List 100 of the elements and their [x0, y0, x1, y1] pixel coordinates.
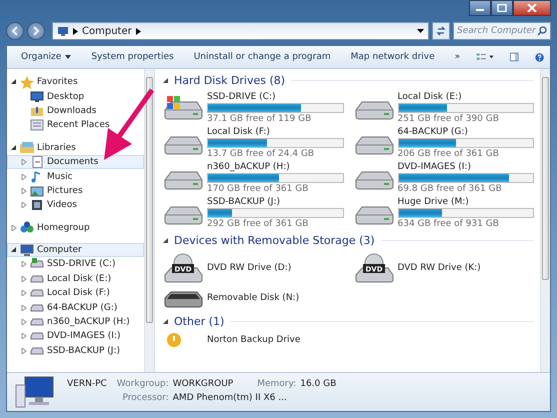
nav-item[interactable]: Videos: [7, 198, 144, 213]
expander-icon[interactable]: [11, 247, 17, 254]
warning-icon: [167, 333, 181, 347]
scrollbar[interactable]: [540, 69, 550, 372]
nav-item[interactable]: Favorites: [7, 75, 144, 90]
drive-name[interactable]: DVD RW Drive (D:): [207, 262, 344, 272]
drive-name[interactable]: DVD-IMAGES (I:): [398, 162, 534, 172]
group-heading[interactable]: Devices with Removable Storage (3): [174, 234, 375, 247]
close-button[interactable]: [513, 0, 551, 16]
free-space-text: 170 GB free of 361 GB: [207, 184, 310, 194]
maximize-icon: [497, 4, 507, 12]
folder-icon: [20, 141, 34, 154]
detail-value: 16.0 GB: [300, 379, 336, 389]
drive-name[interactable]: 64-BACKUP (G:): [398, 126, 534, 136]
toolbar-button[interactable]: Uninstall or change a program: [186, 50, 339, 64]
chevron-icon[interactable]: [73, 28, 78, 34]
folder-icon: [30, 104, 44, 117]
drive-icon: [30, 302, 44, 314]
drive-icon: [30, 316, 44, 328]
free-space-text: 292 GB free of 361 GB: [207, 218, 310, 228]
close-icon: [527, 4, 537, 12]
group-heading[interactable]: Hard Disk Drives (8): [174, 74, 286, 87]
group-heading[interactable]: Other (1): [174, 315, 224, 328]
nav-item[interactable]: Local Disk (E:): [7, 272, 144, 286]
chevron-icon[interactable]: [136, 28, 141, 34]
more-commands-button[interactable]: »: [446, 50, 468, 64]
breadcrumb[interactable]: Computer: [82, 26, 132, 36]
nav-item[interactable]: Desktop: [7, 89, 144, 104]
toolbar-button[interactable]: Map network drive: [342, 50, 443, 64]
nav-item[interactable]: 64-BACKUP (G:): [7, 300, 144, 315]
scrollbar[interactable]: [144, 69, 154, 372]
free-space-text: 69.8 GB free of 361 GB: [398, 184, 503, 194]
star-icon: [20, 76, 34, 89]
drive-name[interactable]: SSD-DRIVE (C:): [207, 92, 344, 102]
forward-button[interactable]: [27, 22, 45, 40]
network-icon: [20, 221, 34, 234]
search-icon: [537, 26, 547, 36]
refresh-button[interactable]: [432, 22, 450, 40]
collapse-icon[interactable]: [163, 238, 168, 243]
drive-name[interactable]: Local Disk (E:): [398, 92, 534, 102]
drive-icon: [30, 287, 44, 300]
view-options-icon[interactable]: [476, 51, 494, 63]
drive-icon: [30, 258, 44, 270]
drive-icon: [30, 344, 44, 357]
expander-icon[interactable]: [11, 144, 17, 151]
detail-label: Processor:: [122, 393, 169, 403]
drive-name[interactable]: Norton Backup Drive: [207, 335, 344, 345]
address-bar[interactable]: Computer: [52, 22, 429, 40]
computer-icon: [57, 26, 69, 36]
toolbar-button[interactable]: System properties: [83, 50, 182, 64]
free-space-text: 206 GB free of 361 GB: [398, 148, 500, 158]
nav-item[interactable]: Libraries: [7, 140, 144, 155]
drive-name[interactable]: Huge Drive (M:): [398, 196, 534, 206]
help-icon[interactable]: [534, 50, 544, 64]
collapse-icon[interactable]: [163, 319, 168, 324]
free-space-text: 634 GB free of 931 GB: [398, 218, 500, 228]
nav-item[interactable]: Music: [7, 169, 144, 184]
refresh-icon: [436, 26, 446, 36]
dropdown-icon: [65, 55, 72, 59]
back-button[interactable]: [6, 22, 24, 40]
search-field[interactable]: Search Computer: [453, 22, 551, 40]
free-space-text: 37.1 GB free of 119 GB: [207, 114, 312, 124]
preview-pane-icon[interactable]: [510, 51, 519, 63]
nav-item[interactable]: Homegroup: [7, 220, 144, 235]
detail-value: AMD Phenom(tm) II X6 ...: [172, 393, 288, 403]
free-space-text: 251 GB free of 390 GB: [398, 114, 500, 124]
nav-item[interactable]: Computer: [7, 242, 144, 258]
detail-label: Memory:: [257, 379, 296, 389]
nav-item[interactable]: Local Disk (F:): [7, 286, 144, 300]
computer-icon: [20, 244, 34, 257]
collapse-icon[interactable]: [163, 78, 168, 83]
free-space-text: 13.7 GB free of 24.4 GB: [207, 148, 316, 158]
drive-name[interactable]: DVD RW Drive (K:): [398, 262, 534, 272]
nav-item[interactable]: SSD-DRIVE (C:): [7, 257, 144, 272]
detail-value: WORKGROUP: [172, 379, 234, 389]
maximize-button[interactable]: [491, 0, 513, 16]
nav-item[interactable]: SSD-BACKUP (J:): [7, 344, 144, 358]
detail-label: Workgroup:: [116, 379, 169, 389]
film-icon: [30, 199, 44, 212]
list-icon: [30, 119, 44, 132]
drive-name[interactable]: n360_bACKUP (H:): [207, 162, 344, 172]
drive-name[interactable]: Removable Disk (N:): [207, 293, 344, 303]
nav-item[interactable]: DVD-IMAGES (I:): [7, 329, 144, 344]
dropdown-icon[interactable]: [417, 29, 424, 33]
nav-item[interactable]: Downloads: [7, 104, 144, 118]
minimize-button[interactable]: [469, 0, 491, 16]
hard-drive-icon: [163, 96, 203, 120]
toolbar-button[interactable]: Organize: [13, 50, 80, 64]
nav-item[interactable]: Documents: [7, 154, 144, 170]
drive-name[interactable]: SSD-BACKUP (J:): [207, 196, 344, 206]
picture-icon: [30, 184, 44, 197]
drive-icon: [30, 330, 44, 342]
drive-name[interactable]: Local Disk (F:): [207, 126, 344, 136]
nav-item[interactable]: Recent Places: [7, 118, 144, 133]
drive-icon: [30, 272, 44, 285]
document-icon: [30, 156, 44, 168]
expander-icon[interactable]: [11, 79, 17, 86]
computer-name: VERN-PC: [67, 379, 107, 389]
nav-item[interactable]: n360_bACKUP (H:): [7, 314, 144, 330]
nav-item[interactable]: Pictures: [7, 184, 144, 198]
